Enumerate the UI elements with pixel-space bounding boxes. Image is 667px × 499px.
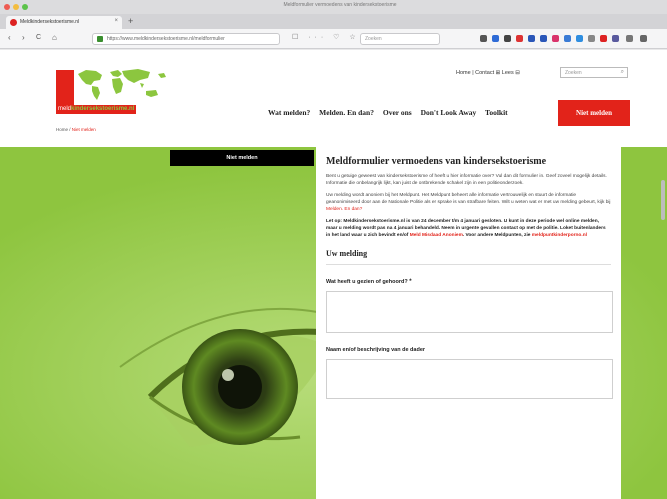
required-marker: * [409,279,412,285]
lock-icon [97,36,103,42]
breadcrumb-current: Niet melden [71,127,96,132]
privacy-text: Uw melding wordt anoniem bij het Meldpun… [326,193,611,205]
extension-icon[interactable] [480,35,487,42]
extension-icon[interactable] [600,35,607,42]
zoom-window-button[interactable] [22,4,28,10]
extension-icon[interactable] [504,35,511,42]
site-search-input[interactable]: Zoeken ⌕ [560,67,628,78]
perpetrator-textarea[interactable] [326,359,613,399]
tab-close-icon[interactable]: × [114,18,118,24]
extension-icon[interactable] [626,35,633,42]
extension-icon[interactable] [552,35,559,42]
form-heading: Meldformulier vermoedens van kindersekst… [326,156,547,167]
privacy-paragraph: Uw melding wordt anoniem bij het Meldpun… [326,192,611,213]
main-nav: Wat melden? Melden. En dan? Over ons Don… [268,108,515,117]
nav-item-wat-melden[interactable]: Wat melden? [268,108,310,117]
extension-icon[interactable] [612,35,619,42]
minimize-window-button[interactable] [13,4,19,10]
breadcrumb: Home / Niet melden [56,127,96,132]
url-bar[interactable]: https://www.meldkindersekstoerisme.nl/me… [92,33,280,45]
browser-search-placeholder: Zoeken [365,36,382,42]
menu-icon[interactable] [640,35,647,42]
extension-icon[interactable] [540,35,547,42]
notice-paragraph: Let op: Meldkindersekstoerisme.nl is van… [326,218,611,239]
reload-button[interactable]: C [36,33,41,43]
intro-paragraph: Bent u getuige geweest van kindersekstoe… [326,174,607,186]
notice-text-2: . Voor andere Meldpunten, zie [462,233,532,238]
extension-icon[interactable] [588,35,595,42]
window-title: Meldformulier vermoedens van kindersekst… [283,2,397,8]
back-button[interactable]: ‹ [8,33,11,43]
world-map-icon [78,69,166,100]
meldpunt-link[interactable]: meldpuntkinderporno.nl [532,233,587,238]
page-scrollbar[interactable] [661,180,665,220]
extension-icon[interactable] [576,35,583,42]
url-text: https://www.meldkindersekstoerisme.nl/me… [107,36,225,42]
logo-text-meld: meld [58,106,72,112]
site-search-placeholder: Zoeken [565,70,582,76]
observation-label-text: Wat heeft u gezien of gehoord? [326,279,408,285]
utility-nav[interactable]: Home | Contact ⊞ Lees ⊟ [456,70,520,76]
melden-en-dan-link[interactable]: Melden. En dan? [326,207,362,212]
browser-window: Meldformulier vermoedens van kindersekst… [0,0,667,499]
navigation-toolbar: ‹ › C ⌂ https://www.meldkindersekstoeris… [0,29,667,49]
logo-text-domain: kindersekstoerisme.nl [71,106,135,112]
close-window-button[interactable] [4,4,10,10]
extension-icon[interactable] [564,35,571,42]
section-heading: Uw melding [326,249,611,265]
nav-item-dont-look-away[interactable]: Don't Look Away [421,108,477,117]
field-label-observation: Wat heeft u gezien of gehoord? * [326,279,611,285]
field-label-perpetrator: Naam en/of beschrijving van de dader [326,347,426,353]
browser-search-input[interactable]: Zoeken [360,33,440,45]
favicon-icon [10,19,17,26]
extension-icon[interactable] [516,35,523,42]
nav-item-over-ons[interactable]: Over ons [383,108,412,117]
page-actions[interactable]: ☐ ··· ♡ ☆ [292,33,360,41]
nav-item-melden-en-dan[interactable]: Melden. En dan? [319,108,374,117]
logo-text[interactable]: meldkindersekstoerisme.nl [56,105,137,114]
form-panel: Meldformulier vermoedens van kindersekst… [316,147,621,499]
observation-textarea[interactable] [326,291,613,333]
forward-button[interactable]: › [22,33,25,43]
tab-title: Meldkindersekstoerisme.nl [20,19,80,25]
cta-button[interactable]: Niet melden [558,100,630,126]
side-report-button[interactable]: Niet melden [170,150,314,166]
browser-tab[interactable]: Meldkindersekstoerisme.nl × [6,16,122,29]
extension-icon[interactable] [528,35,535,42]
web-page: Home | Contact ⊞ Lees ⊟ Zoeken ⌕ meldkin… [0,50,667,499]
meld-misdaad-anoniem-link[interactable]: Meld Misdaad Anoniem [410,233,463,238]
search-icon[interactable]: ⌕ [621,69,624,76]
new-tab-button[interactable]: + [128,16,133,27]
breadcrumb-home[interactable]: Home [56,127,68,132]
home-button[interactable]: ⌂ [52,33,57,43]
nav-item-toolkit[interactable]: Toolkit [485,108,508,117]
tab-bar: Meldkindersekstoerisme.nl × + [0,14,667,29]
title-bar: Meldformulier vermoedens van kindersekst… [0,0,667,14]
extension-icon[interactable] [492,35,499,42]
